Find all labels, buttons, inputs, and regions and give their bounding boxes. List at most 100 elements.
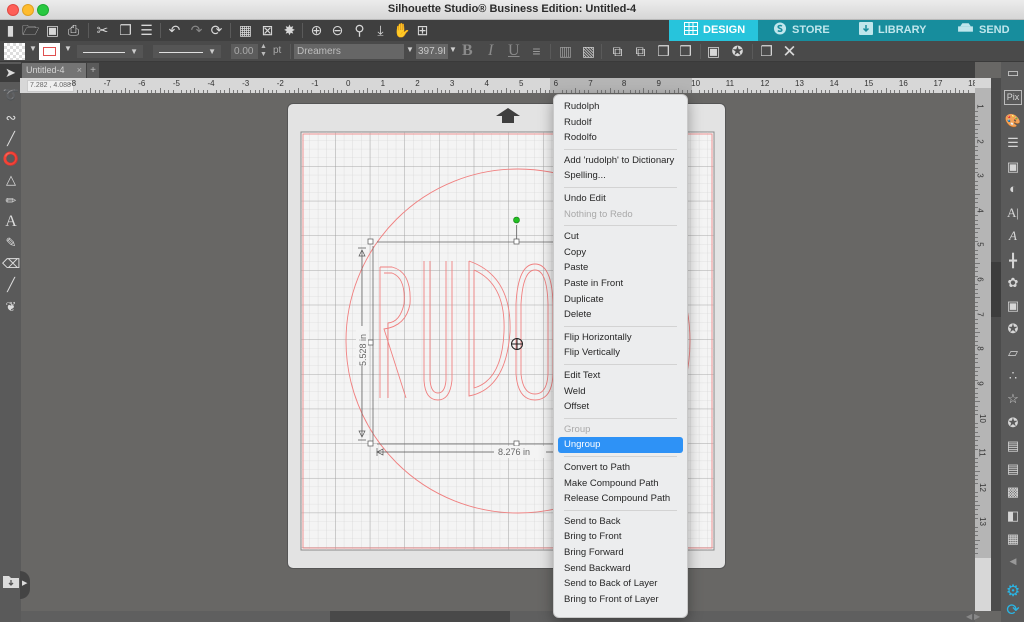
menu-item-cut[interactable]: Cut bbox=[558, 229, 683, 245]
resize-handle[interactable] bbox=[367, 238, 374, 245]
send-backward-icon[interactable]: ❒ bbox=[655, 43, 672, 60]
settings-gear-icon[interactable]: ⚙ bbox=[1004, 583, 1022, 601]
menu-item-convert-to-path[interactable]: Convert to Path bbox=[558, 460, 683, 476]
sync-icon[interactable]: ⟳ bbox=[1004, 602, 1022, 620]
menu-item-flip-vertically[interactable]: Flip Vertically bbox=[558, 345, 683, 361]
shapes-icon[interactable]: ▣ bbox=[705, 43, 722, 60]
vertical-scroll-thumb[interactable] bbox=[991, 262, 1001, 317]
group-icon[interactable]: ▥ bbox=[557, 43, 574, 60]
horizontal-scroll-thumb[interactable] bbox=[330, 611, 510, 622]
select-by-color-icon[interactable]: ✸ bbox=[281, 22, 298, 39]
sketch-icon[interactable]: ▤ bbox=[1004, 437, 1022, 455]
new-tab-button[interactable]: + bbox=[87, 63, 99, 78]
image-effects-icon[interactable]: ▣ bbox=[1004, 158, 1022, 176]
font-size-dropdown[interactable]: ▼ bbox=[449, 45, 457, 54]
cut-icon[interactable]: ✂ bbox=[94, 22, 111, 39]
lasso-tool-icon[interactable]: ➰ bbox=[2, 86, 20, 104]
line-end-select[interactable]: ▼ bbox=[152, 44, 222, 59]
menu-item-release-compound-path[interactable]: Release Compound Path bbox=[558, 491, 683, 507]
line-style-select[interactable]: ▼ bbox=[76, 44, 144, 59]
undo-icon[interactable]: ↶ bbox=[166, 22, 183, 39]
design-store-icon[interactable]: ▱ bbox=[1004, 344, 1022, 362]
line-color-dropdown[interactable]: ▼ bbox=[64, 44, 72, 53]
zoom-select-icon[interactable]: ⚲ bbox=[351, 22, 368, 39]
text-tool-icon[interactable]: A bbox=[2, 213, 20, 231]
menu-item-send-to-back-of-layer[interactable]: Send to Back of Layer bbox=[558, 576, 683, 592]
redraw-icon[interactable]: ⟳ bbox=[208, 22, 225, 39]
panel-collapse-icon[interactable]: ◀ bbox=[1004, 552, 1022, 570]
menu-item-weld[interactable]: Weld bbox=[558, 384, 683, 400]
transparency-icon[interactable]: ◐ bbox=[1004, 180, 1022, 198]
text-style-icon[interactable]: A| bbox=[1004, 204, 1022, 222]
center-crosshair-icon[interactable] bbox=[511, 338, 523, 350]
menu-item-ungroup[interactable]: Ungroup bbox=[558, 437, 683, 454]
menu-item-duplicate[interactable]: Duplicate bbox=[558, 292, 683, 308]
menu-item-rudolph[interactable]: Rudolph bbox=[558, 99, 683, 115]
copy-icon[interactable]: ❐ bbox=[117, 22, 134, 39]
menu-item-flip-horizontally[interactable]: Flip Horizontally bbox=[558, 330, 683, 346]
menu-item-edit-text[interactable]: Edit Text bbox=[558, 368, 683, 384]
menu-item-copy[interactable]: Copy bbox=[558, 245, 683, 261]
fill-color-swatch[interactable] bbox=[4, 43, 25, 60]
tab-store[interactable]: STORE bbox=[769, 20, 849, 41]
menu-item-rudolf[interactable]: Rudolf bbox=[558, 115, 683, 131]
fit-to-page-icon[interactable]: ⤓ bbox=[372, 22, 389, 39]
rhinestone-icon[interactable]: ∴ bbox=[1004, 367, 1022, 385]
underline-button[interactable]: U bbox=[508, 42, 520, 60]
fill-panel-icon[interactable]: 🎨 bbox=[1004, 112, 1022, 130]
send-to-back-icon[interactable]: ❒ bbox=[677, 43, 694, 60]
deselect-icon[interactable]: ⊠ bbox=[259, 22, 276, 39]
line-color-swatch[interactable] bbox=[39, 43, 60, 60]
resize-handle[interactable] bbox=[367, 339, 374, 346]
tab-library[interactable]: LIBRARY bbox=[855, 20, 945, 41]
line-tool-icon[interactable]: ╱ bbox=[2, 130, 20, 148]
menu-item-undo-edit[interactable]: Undo Edit bbox=[558, 191, 683, 207]
line-width-stepper[interactable]: ▲ ▼ bbox=[260, 43, 267, 59]
vertical-scrollbar[interactable] bbox=[991, 78, 1001, 611]
page-setup-icon[interactable]: ▭ bbox=[1004, 64, 1022, 82]
modify-icon[interactable]: ▣ bbox=[1004, 297, 1022, 315]
select-all-icon[interactable]: ▦ bbox=[237, 22, 254, 39]
pan-icon[interactable]: ✋ bbox=[393, 22, 410, 39]
pixscan-icon[interactable]: Pix bbox=[1004, 90, 1022, 105]
menu-item-paste-in-front[interactable]: Paste in Front bbox=[558, 276, 683, 292]
menu-item-bring-to-front[interactable]: Bring to Front bbox=[558, 529, 683, 545]
replicate-icon[interactable]: ✪ bbox=[1004, 320, 1022, 338]
star-badge-icon[interactable]: ✪ bbox=[729, 43, 746, 60]
fill-color-dropdown[interactable]: ▼ bbox=[29, 44, 37, 53]
menu-item-delete[interactable]: Delete bbox=[558, 307, 683, 323]
puzzle-icon[interactable]: ✪ bbox=[1004, 414, 1022, 432]
layers-icon[interactable]: ◧ bbox=[1004, 507, 1022, 525]
menu-item-bring-forward[interactable]: Bring Forward bbox=[558, 545, 683, 561]
close-tab-icon[interactable]: × bbox=[77, 63, 82, 78]
select-tool-icon[interactable]: ➤ bbox=[0, 64, 21, 82]
resize-handle[interactable] bbox=[513, 238, 520, 245]
menu-item-spelling[interactable]: Spelling... bbox=[558, 168, 683, 184]
text-align-icon[interactable]: ≡ bbox=[528, 43, 545, 60]
font-dropdown[interactable]: ▼ bbox=[406, 45, 414, 54]
bold-button[interactable]: B bbox=[462, 42, 473, 60]
tab-design[interactable]: DESIGN bbox=[669, 20, 758, 41]
text-to-path-tool-icon[interactable]: ✎ bbox=[2, 234, 20, 252]
bring-forward-icon[interactable]: ⧉ bbox=[632, 43, 649, 60]
resize-handle[interactable] bbox=[513, 440, 520, 447]
trace-icon[interactable]: ▩ bbox=[1004, 483, 1022, 501]
rotate-handle[interactable] bbox=[513, 216, 520, 224]
paste-icon[interactable]: ☰ bbox=[138, 22, 155, 39]
save-icon[interactable]: ▣ bbox=[44, 22, 61, 39]
menu-item-send-to-back[interactable]: Send to Back bbox=[558, 514, 683, 530]
eraser-tool-icon[interactable]: ⌫ bbox=[2, 255, 20, 273]
menu-item-paste[interactable]: Paste bbox=[558, 260, 683, 276]
text-to-path-panel-icon[interactable]: A bbox=[1004, 227, 1022, 245]
tab-send[interactable]: SEND bbox=[953, 20, 1024, 41]
align-icon[interactable]: ╋ bbox=[1004, 252, 1022, 270]
line-style-panel-icon[interactable]: ☰ bbox=[1004, 134, 1022, 152]
menu-item-send-backward[interactable]: Send Backward bbox=[558, 561, 683, 577]
ellipse-tool-icon[interactable]: ⭕ bbox=[2, 150, 20, 168]
3d-cubes-icon[interactable]: ❐ bbox=[758, 43, 775, 60]
resize-handle[interactable] bbox=[367, 440, 374, 447]
close-x-icon[interactable]: ✕ bbox=[781, 43, 798, 60]
new-document-icon[interactable]: ▮ bbox=[2, 22, 19, 39]
print-icon[interactable]: ⎙ bbox=[65, 22, 82, 39]
library-quick-access-button[interactable] bbox=[2, 573, 20, 591]
